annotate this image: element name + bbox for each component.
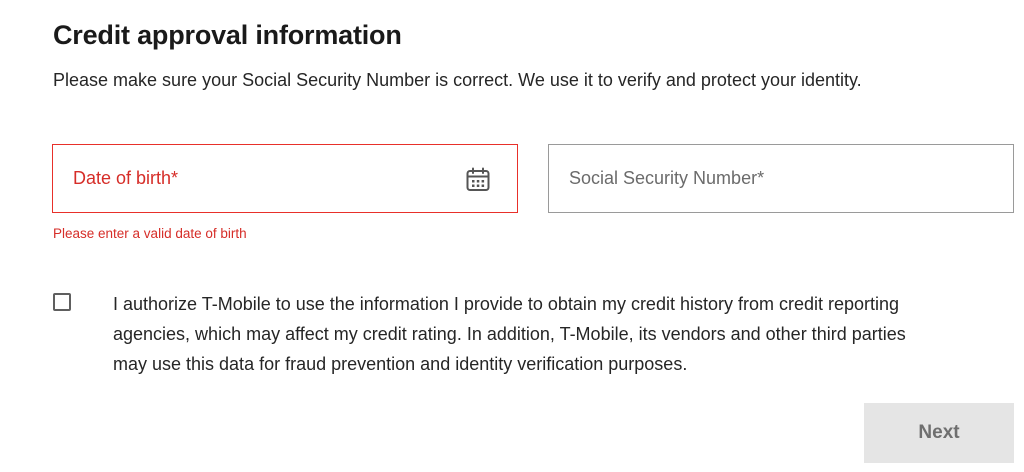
next-button[interactable]: Next: [864, 403, 1014, 463]
consent-checkbox[interactable]: [53, 293, 71, 311]
date-of-birth-label: Date of birth*: [73, 168, 179, 188]
consent-text: I authorize T-Mobile to use the informat…: [113, 294, 906, 374]
page-title: Credit approval information: [53, 20, 402, 50]
ssn-field[interactable]: Social Security Number*: [548, 144, 1014, 213]
page-subtitle: Please make sure your Social Security Nu…: [53, 70, 862, 90]
date-of-birth-error: Please enter a valid date of birth: [53, 226, 247, 241]
credit-approval-page: Credit approval information Please make …: [0, 0, 1024, 472]
calendar-icon[interactable]: [465, 167, 491, 193]
date-of-birth-field[interactable]: Date of birth*: [52, 144, 518, 213]
ssn-label: Social Security Number*: [569, 168, 765, 188]
